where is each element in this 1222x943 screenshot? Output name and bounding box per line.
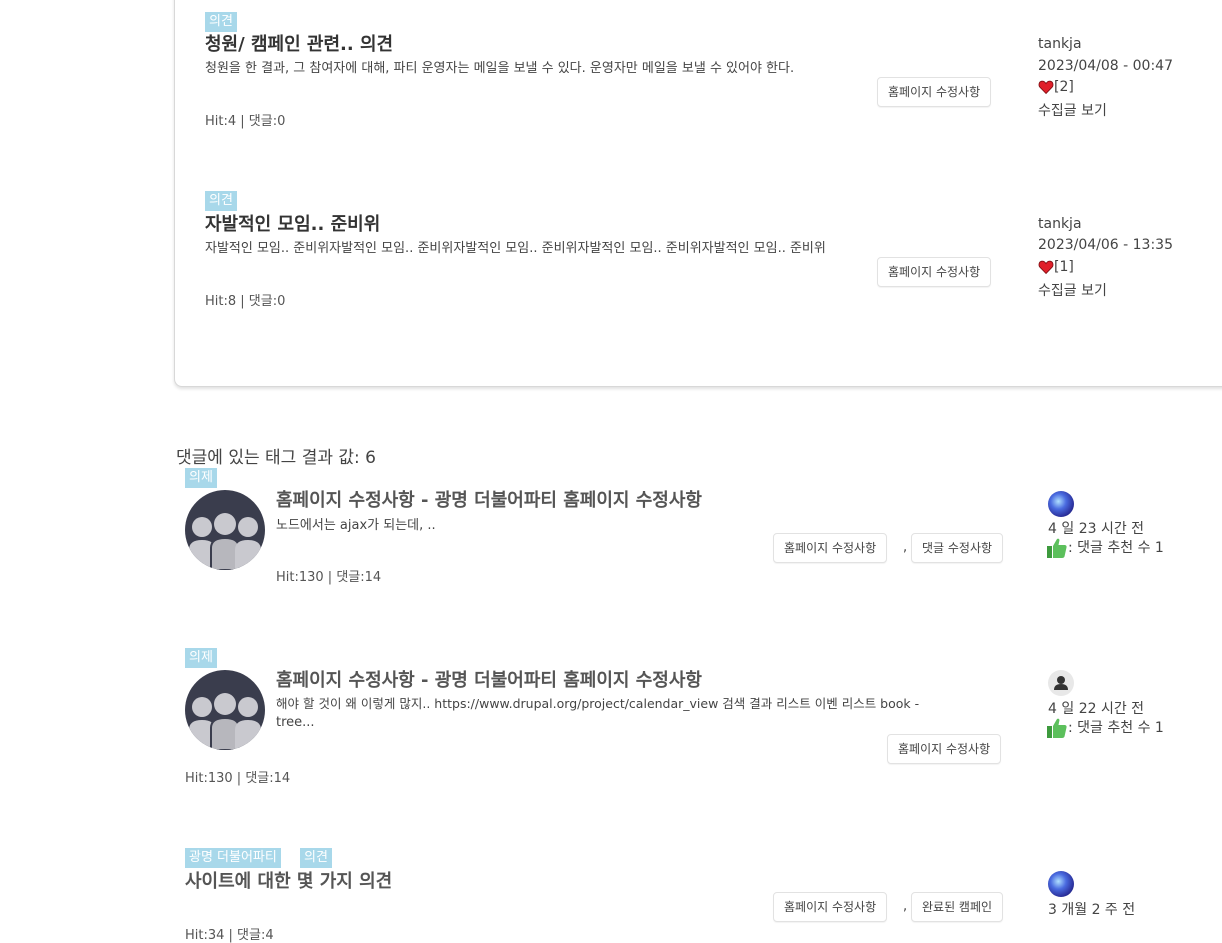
- recommend-count-label: : 댓글 추천 수 1: [1068, 720, 1164, 736]
- comment-tag[interactable]: 의제: [185, 468, 217, 488]
- comment-results-heading: 댓글에 있는 태그 결과 값: 6: [176, 448, 376, 468]
- heart-icon[interactable]: [1038, 79, 1054, 95]
- comment-stats: Hit:130 | 댓글:14: [185, 771, 291, 786]
- comment-description-continued: tree...: [276, 715, 315, 730]
- comment-tag[interactable]: 의제: [185, 648, 217, 668]
- post-date: 2023/04/08 - 00:47: [1038, 58, 1173, 74]
- post-date: 2023/04/06 - 13:35: [1038, 237, 1173, 253]
- comment-time: 4 일 23 시간 전: [1048, 521, 1145, 537]
- post-tag[interactable]: 의견: [205, 12, 237, 32]
- pill-separator: ,: [903, 540, 908, 555]
- collect-link[interactable]: 수집글 보기: [1038, 280, 1107, 300]
- thumbs-up-icon[interactable]: [1046, 717, 1068, 739]
- comment-time: 4 일 22 시간 전: [1048, 701, 1145, 717]
- user-avatar-icon[interactable]: [1048, 670, 1074, 696]
- comment-time: 3 개월 2 주 전: [1048, 902, 1136, 918]
- group-avatar-icon: [185, 490, 265, 570]
- user-avatar-icon[interactable]: [1048, 491, 1074, 517]
- post-description: 청원을 한 결과, 그 참여자에 대해, 파티 운영자는 메일을 보낼 수 있다…: [205, 61, 795, 76]
- tag-pill[interactable]: 댓글 수정사항: [911, 533, 1004, 563]
- like-count-value: [2]: [1054, 79, 1074, 95]
- tag-pill[interactable]: 완료된 캠페인: [911, 892, 1004, 922]
- comment-description: 노드에서는 ajax가 되는데, ..: [276, 518, 436, 533]
- group-avatar-icon: [185, 670, 265, 750]
- comment-stats: Hit:34 | 댓글:4: [185, 928, 274, 943]
- comment-tag[interactable]: 의견: [300, 848, 332, 868]
- like-count[interactable]: [2]: [1038, 79, 1074, 95]
- post-title[interactable]: 청원/ 캠페인 관련.. 의견: [205, 30, 393, 56]
- post-stats: Hit:4 | 댓글:0: [205, 114, 286, 129]
- comment-title[interactable]: 홈페이지 수정사항 - 광명 더불어파티 홈페이지 수정사항: [276, 666, 702, 692]
- comment-description: 해야 할 것이 왜 이렇게 많지.. https://www.drupal.or…: [276, 696, 920, 711]
- like-count-value: [1]: [1054, 259, 1074, 275]
- tag-pill[interactable]: 홈페이지 수정사항: [887, 734, 1002, 764]
- post-author[interactable]: tankja: [1038, 216, 1082, 232]
- pill-separator: ,: [903, 899, 908, 914]
- comment-title[interactable]: 홈페이지 수정사항 - 광명 더불어파티 홈페이지 수정사항: [276, 486, 702, 512]
- recommend-count: : 댓글 추천 수 1: [1046, 717, 1164, 739]
- tag-pill[interactable]: 홈페이지 수정사항: [877, 257, 992, 287]
- comment-stats: Hit:130 | 댓글:14: [276, 570, 382, 585]
- recommend-count-label: : 댓글 추천 수 1: [1068, 540, 1164, 556]
- post-stats: Hit:8 | 댓글:0: [205, 294, 286, 309]
- post-description: 자발적인 모임.. 준비위자발적인 모임.. 준비위자발적인 모임.. 준비위자…: [205, 241, 826, 256]
- user-avatar-icon[interactable]: [1048, 871, 1074, 897]
- recommend-count: : 댓글 추천 수 1: [1046, 537, 1164, 559]
- heart-icon[interactable]: [1038, 259, 1054, 275]
- post-author[interactable]: tankja: [1038, 36, 1082, 52]
- thumbs-up-icon[interactable]: [1046, 537, 1068, 559]
- tag-pill[interactable]: 홈페이지 수정사항: [877, 77, 992, 107]
- tag-pill[interactable]: 홈페이지 수정사항: [773, 533, 888, 563]
- tag-pill[interactable]: 홈페이지 수정사항: [773, 892, 888, 922]
- post-title[interactable]: 자발적인 모임.. 준비위: [205, 210, 380, 236]
- post-tag[interactable]: 의견: [205, 191, 237, 211]
- comment-title[interactable]: 사이트에 대한 몇 가지 의견: [185, 867, 392, 893]
- like-count[interactable]: [1]: [1038, 259, 1074, 275]
- comment-tag[interactable]: 광명 더불어파티: [185, 848, 281, 868]
- collect-link[interactable]: 수집글 보기: [1038, 100, 1107, 120]
